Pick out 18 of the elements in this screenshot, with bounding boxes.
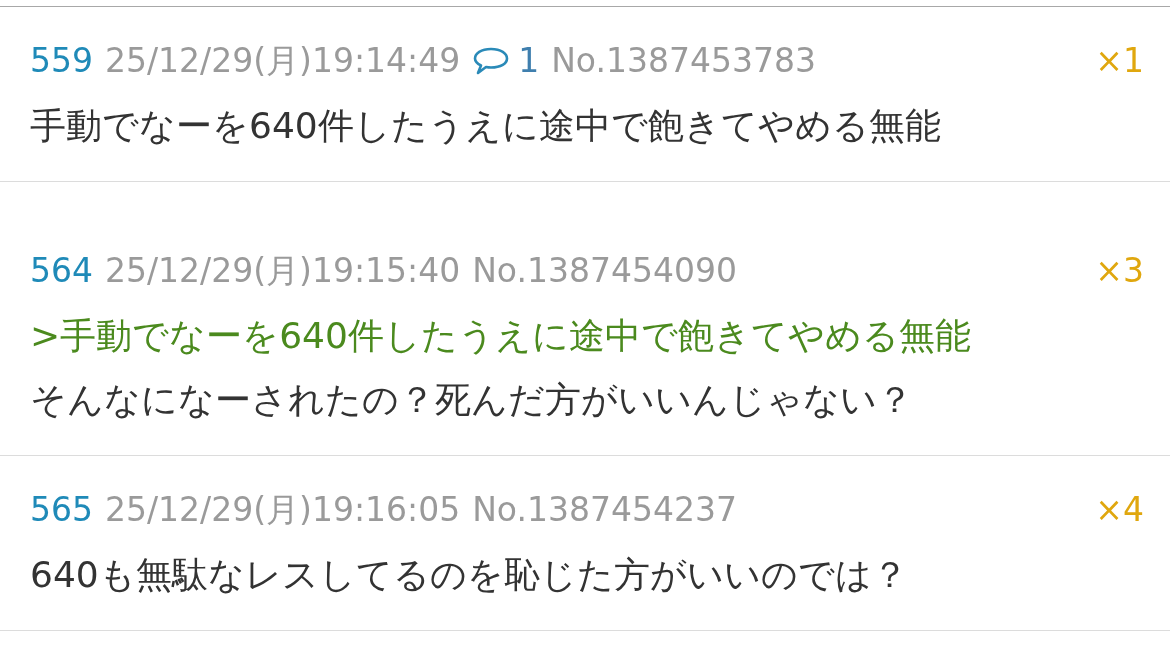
like-count[interactable]: ×4 bbox=[1095, 488, 1144, 532]
speech-bubble-icon[interactable] bbox=[472, 46, 511, 76]
post-text: そんなになーされたの？死んだ方がいいんじゃない？ bbox=[30, 378, 913, 422]
post-id: No.1387453783 bbox=[551, 40, 816, 82]
post-number[interactable]: 559 bbox=[30, 39, 93, 83]
post-text: 640も無駄なレスしてるのを恥じた方がいいのでは？ bbox=[30, 553, 908, 597]
post-date: 25/12/29(月)19:15:40 bbox=[105, 250, 461, 292]
reply-count[interactable]: 1 bbox=[518, 39, 540, 83]
post-id: No.1387454090 bbox=[472, 250, 737, 292]
post-number[interactable]: 564 bbox=[30, 249, 93, 293]
post-text: 手動でなーを640件したうえに途中で飽きてやめる無能 bbox=[30, 104, 941, 148]
quoted-text: >手動でなーを640件したうえに途中で飽きてやめる無能 bbox=[30, 314, 971, 358]
post-id: No.1387454237 bbox=[472, 489, 737, 531]
like-count[interactable]: ×3 bbox=[1095, 249, 1144, 293]
post-date: 25/12/29(月)19:16:05 bbox=[105, 489, 461, 531]
post-number[interactable]: 565 bbox=[30, 488, 93, 532]
post-date: 25/12/29(月)19:14:49 bbox=[105, 40, 461, 82]
like-count[interactable]: ×1 bbox=[1095, 39, 1144, 83]
